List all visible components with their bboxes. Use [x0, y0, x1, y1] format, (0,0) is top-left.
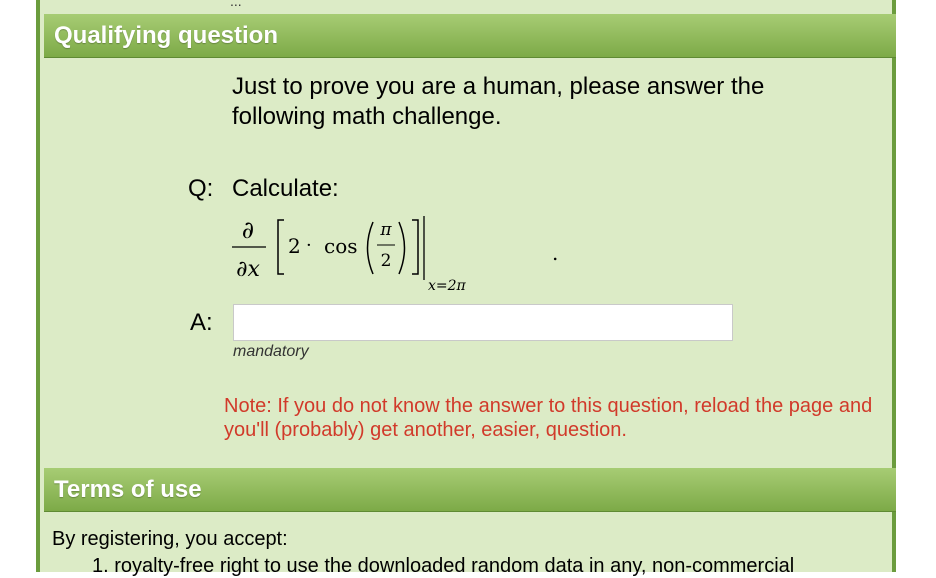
answer-input[interactable]: [233, 304, 733, 341]
left-paren: [366, 221, 374, 275]
formula-period: .: [552, 241, 558, 265]
top-text-fragment: ...: [230, 0, 242, 9]
answer-label: A:: [190, 309, 213, 336]
formula-pi: π: [379, 220, 392, 240]
terms-intro: By registering, you accept:: [52, 528, 288, 550]
qualifying-question-header: Qualifying question: [44, 14, 896, 58]
reload-note: Note: If you do not know the answer to t…: [224, 395, 873, 441]
formula-coefficient: 2: [288, 234, 301, 258]
question-label: Q:: [188, 175, 214, 202]
formula-denominator: ∂x: [236, 257, 260, 282]
formula-function: cos: [324, 234, 358, 258]
registration-panel: ... Qualifying question Just to prove yo…: [36, 0, 896, 577]
formula-two: 2: [381, 251, 392, 271]
terms-of-use-header: Terms of use: [44, 468, 896, 512]
formula-dot: ·: [306, 235, 312, 256]
math-formula: ∂ ∂x 2 · cos π 2 x=2π .: [232, 216, 558, 294]
mandatory-hint: mandatory: [233, 343, 309, 360]
left-bracket: [277, 219, 284, 275]
terms-list-item: 1. royalty-free right to use the downloa…: [92, 555, 795, 577]
qualifying-intro: Just to prove you are a human, please an…: [232, 73, 765, 130]
question-text: Calculate:: [232, 175, 339, 202]
right-paren: [398, 221, 406, 275]
evaluation-point: x=2π: [428, 278, 467, 294]
formula-numerator: ∂: [242, 216, 254, 244]
right-bracket: [412, 219, 419, 275]
